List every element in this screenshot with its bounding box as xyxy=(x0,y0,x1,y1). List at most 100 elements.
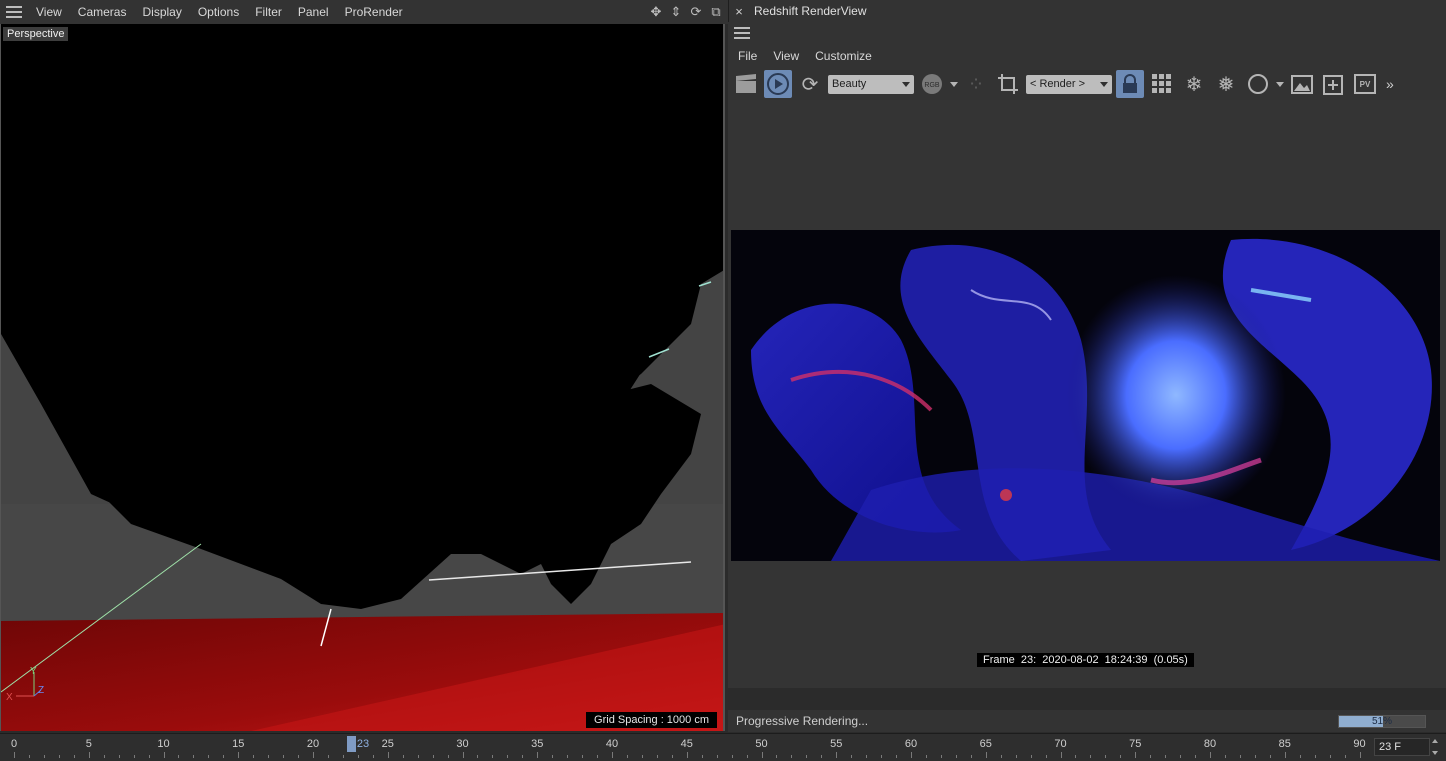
timeline-tick xyxy=(1150,755,1152,758)
timeline-tick xyxy=(58,755,60,758)
timeline-tick xyxy=(1284,752,1286,758)
timeline-tick-label: 30 xyxy=(456,738,469,750)
viewport-menu-options[interactable]: Options xyxy=(190,0,247,24)
renderview-menu-customize[interactable]: Customize xyxy=(807,44,880,68)
timeline-tick xyxy=(402,755,404,758)
add-snapshot-icon[interactable] xyxy=(1320,70,1348,98)
snapshot-dropdown-arrow-icon[interactable] xyxy=(1276,81,1284,87)
timeline-tick xyxy=(1015,755,1017,758)
timeline-tick-label: 40 xyxy=(605,738,619,750)
picture-viewer-icon[interactable]: PV xyxy=(1352,70,1380,98)
timeline-tick xyxy=(716,755,718,758)
renderview-menu-view[interactable]: View xyxy=(765,44,807,68)
viewport-hamburger-icon[interactable] xyxy=(6,6,22,18)
timeline-tick xyxy=(851,755,853,758)
view-label[interactable]: Perspective xyxy=(3,27,69,41)
close-icon[interactable]: × xyxy=(729,4,749,19)
timeline-tick xyxy=(626,755,628,758)
timeline-tick xyxy=(1299,755,1301,758)
timeline-tick xyxy=(537,752,539,758)
timeline-tick xyxy=(1239,755,1241,758)
timeline-tick xyxy=(163,752,165,758)
viewport-menu-display[interactable]: Display xyxy=(134,0,189,24)
viewport-menu-filter[interactable]: Filter xyxy=(247,0,290,24)
circle-snapshot-icon[interactable] xyxy=(1244,70,1272,98)
current-frame-marker[interactable] xyxy=(346,736,356,752)
timeline-tick xyxy=(43,755,45,758)
timeline-tick xyxy=(896,755,898,758)
timeline-tick xyxy=(73,755,75,758)
timeline-tick-label: 0 xyxy=(10,738,18,750)
renderview-statusbar: Progressive Rendering... 51% xyxy=(728,710,1446,732)
timeline-tick xyxy=(118,755,120,758)
rotate-view-icon[interactable]: ⟳ xyxy=(688,4,704,20)
timeline[interactable]: 0 5 10 15 20 25 30 35 40 45 50 55 60 65 70 75 80 85 90 23 … xyxy=(0,733,1446,761)
timeline-tick xyxy=(1224,755,1226,758)
rgb-dropdown-arrow-icon[interactable] xyxy=(950,81,958,87)
timeline-tick-label: 75 xyxy=(1129,738,1142,750)
renderview-titlebar: × Redshift RenderView xyxy=(728,0,1446,22)
move-view-icon[interactable]: ✥ xyxy=(648,4,664,20)
timeline-tick xyxy=(701,755,703,758)
play-render-button[interactable] xyxy=(764,70,792,98)
clapperboard-icon[interactable] xyxy=(732,70,760,98)
viewport-menu-cameras[interactable]: Cameras xyxy=(70,0,135,24)
lock-camera-button[interactable] xyxy=(1116,70,1144,98)
timeline-tick xyxy=(1314,755,1316,758)
snowflake-freeze-icon[interactable]: ❄ xyxy=(1180,70,1208,98)
maximize-view-icon[interactable]: ⧉ xyxy=(708,4,724,20)
render-progress-bar: 51% xyxy=(1338,715,1426,728)
timeline-tick xyxy=(253,755,255,758)
timeline-tick xyxy=(133,755,135,758)
zoom-view-icon[interactable]: ⇕ xyxy=(668,4,684,20)
toolbar-overflow-icon[interactable]: » xyxy=(1384,76,1394,92)
frame-stepper-icon[interactable] xyxy=(1432,739,1440,755)
viewport-menu-prorender[interactable]: ProRender xyxy=(337,0,411,24)
render-result-artwork xyxy=(731,230,1440,561)
crop-region-icon[interactable] xyxy=(994,70,1022,98)
timeline-tick-label: 15 xyxy=(232,738,245,750)
render-canvas-area[interactable]: Frame 23: 2020-08-02 18:24:39 (0.05s) xyxy=(728,100,1446,688)
timeline-tick xyxy=(28,755,30,758)
timeline-tick-label: 85 xyxy=(1278,738,1291,750)
timeline-tick xyxy=(223,755,225,758)
timeline-tick xyxy=(1254,755,1256,758)
timeline-tick xyxy=(911,752,912,758)
dotted-grid-icon[interactable]: ⁘ xyxy=(962,70,990,98)
current-frame-field[interactable]: 23 F xyxy=(1374,738,1430,756)
render-status-text: Progressive Rendering... xyxy=(736,714,869,728)
timeline-tick xyxy=(313,752,314,758)
timeline-tick xyxy=(836,752,838,758)
renderview-menu-file[interactable]: File xyxy=(730,44,765,68)
image-save-icon[interactable] xyxy=(1288,70,1316,98)
refresh-icon[interactable]: ⟳ xyxy=(796,70,824,98)
timeline-tick xyxy=(1105,755,1107,758)
rgb-channel-icon[interactable]: RGB xyxy=(918,70,946,98)
timeline-tick-label: 70 xyxy=(1054,738,1067,750)
perspective-viewport[interactable]: Y X Z Perspective Grid Spacing : 1000 cm xyxy=(0,24,725,731)
snowflake-geometry-freeze-icon[interactable]: ❅ xyxy=(1212,70,1240,98)
timeline-tick xyxy=(1269,755,1271,758)
viewport-nav-controls: ✥ ⇕ ⟳ ⧉ xyxy=(648,4,724,20)
render-progress-label: 51% xyxy=(1371,716,1392,727)
timeline-tick xyxy=(1165,755,1167,758)
timeline-tick-label: 5 xyxy=(85,738,92,750)
viewport-scene: Y X Z xyxy=(1,24,723,731)
renderview-hamburger-icon[interactable] xyxy=(734,27,750,39)
camera-select[interactable]: < Render > xyxy=(1026,74,1112,94)
frame-info-overlay: Frame 23: 2020-08-02 18:24:39 (0.05s) xyxy=(977,653,1194,667)
aov-select[interactable]: Beauty xyxy=(828,74,914,94)
timeline-tick-label: 20 xyxy=(306,738,320,750)
timeline-tick-label: 10 xyxy=(157,738,170,750)
timeline-tick xyxy=(1329,755,1331,758)
timeline-tick xyxy=(567,755,569,758)
timeline-tick-label: 50 xyxy=(755,738,768,750)
viewport-menu-panel[interactable]: Panel xyxy=(290,0,337,24)
timeline-tick xyxy=(597,755,599,758)
timeline-tick xyxy=(103,755,105,758)
timeline-tick xyxy=(88,752,90,758)
bucket-grid-icon[interactable] xyxy=(1148,70,1176,98)
axis-z-label: Z xyxy=(38,685,44,696)
timeline-tick xyxy=(372,755,374,758)
viewport-menu-view[interactable]: View xyxy=(28,0,70,24)
